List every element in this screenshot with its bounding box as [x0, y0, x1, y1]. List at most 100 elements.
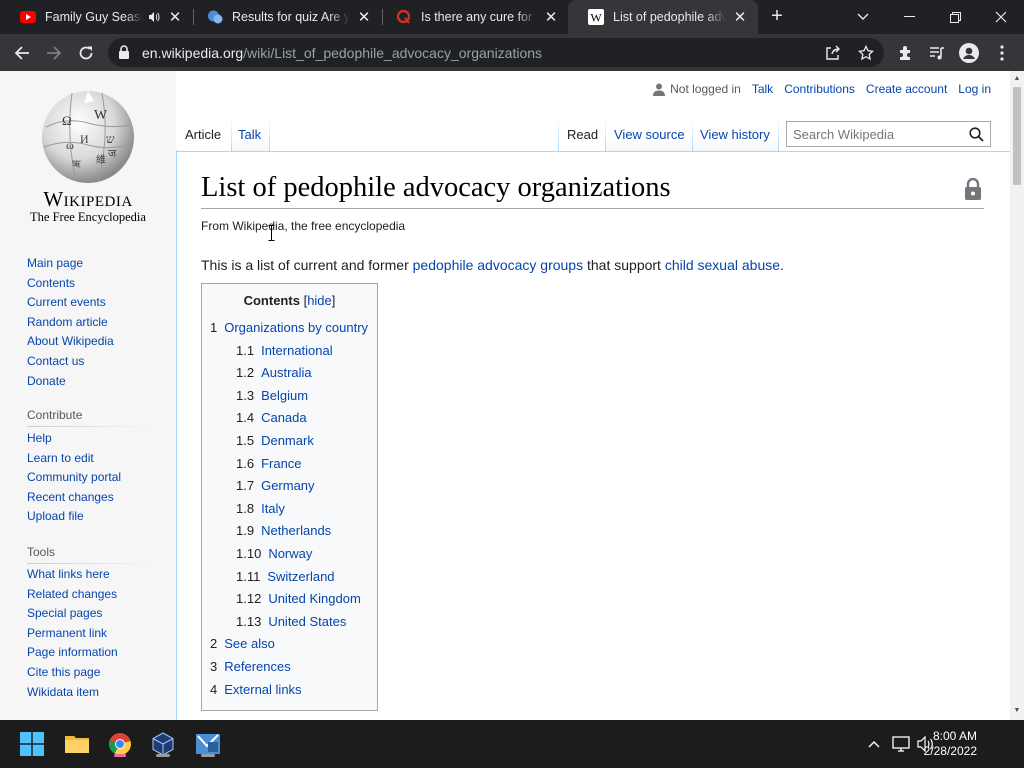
minimize-icon: [903, 16, 915, 17]
nav-link-upload-file[interactable]: Upload file: [27, 507, 121, 527]
nav-link-cite-this-page[interactable]: Cite this page: [27, 663, 118, 683]
toc-link[interactable]: 1.8 Italy: [236, 501, 285, 516]
svg-text:ש: ש: [106, 132, 115, 146]
nav-link-what-links-here[interactable]: What links here: [27, 565, 118, 585]
media-controls-button[interactable]: [926, 42, 948, 64]
toc-link[interactable]: 1.1 International: [236, 343, 333, 358]
wikipedia-logo-globe-icon[interactable]: Ω W И ש ω 維 ऋ ज: [36, 87, 140, 191]
wikipedia-wordmark[interactable]: Wikipedia: [22, 187, 154, 212]
scroll-down-arrow-icon[interactable]: ▼: [1013, 707, 1021, 715]
toc-item: 1.1 International: [210, 340, 368, 363]
toc-hide-button[interactable]: hide: [307, 293, 332, 308]
lock-icon[interactable]: [118, 45, 130, 64]
talk-link[interactable]: Talk: [752, 82, 773, 96]
toc-item: 1.11 Switzerland: [210, 566, 368, 589]
nav-link-community-portal[interactable]: Community portal: [27, 468, 121, 488]
tab-view-history[interactable]: View history: [700, 119, 770, 151]
profile-button[interactable]: [958, 42, 980, 64]
nav-link-special-pages[interactable]: Special pages: [27, 604, 118, 624]
nav-link-related-changes[interactable]: Related changes: [27, 585, 118, 605]
close-tab-icon[interactable]: ✕: [167, 9, 183, 26]
contributions-link[interactable]: Contributions: [784, 82, 855, 96]
url-text[interactable]: en.wikipedia.org/wiki/List_of_pedophile_…: [142, 45, 542, 61]
link-pedophile-advocacy-groups[interactable]: pedophile advocacy groups: [413, 257, 583, 273]
new-tab-button[interactable]: +: [766, 6, 788, 28]
tab-article[interactable]: Article: [185, 119, 221, 151]
toc-link[interactable]: 1.11 Switzerland: [236, 569, 335, 584]
search-input[interactable]: Search Wikipedia: [786, 121, 991, 147]
reload-button[interactable]: [73, 40, 99, 66]
browser-tab-1[interactable]: Family Guy Season ✕: [0, 0, 193, 34]
nav-link-contents[interactable]: Contents: [27, 274, 114, 294]
close-tab-icon[interactable]: ✕: [732, 9, 748, 26]
page-scrollbar[interactable]: ▲ ▼: [1010, 71, 1024, 720]
chrome-taskbar-button[interactable]: [104, 728, 136, 760]
tab-talk[interactable]: Talk: [238, 119, 261, 151]
file-explorer-button[interactable]: [61, 728, 93, 760]
toc-link[interactable]: 1.7 Germany: [236, 478, 315, 493]
toc-link[interactable]: 1.12 United Kingdom: [236, 591, 361, 606]
wikipedia-tagline: The Free Encyclopedia: [30, 210, 146, 224]
log-in-link[interactable]: Log in: [958, 82, 991, 96]
extensions-button[interactable]: [895, 42, 917, 64]
nav-link-help[interactable]: Help: [27, 429, 121, 449]
browser-menu-button[interactable]: [991, 42, 1013, 64]
toc-link[interactable]: 1.5 Denmark: [236, 433, 314, 448]
nav-link-main-page[interactable]: Main page: [27, 254, 114, 274]
nav-link-donate[interactable]: Donate: [27, 372, 114, 392]
speaker-icon[interactable]: [147, 10, 161, 24]
nav-link-page-information[interactable]: Page information: [27, 643, 118, 663]
nav-link-current-events[interactable]: Current events: [27, 293, 114, 313]
taskbar-clock[interactable]: 8:00 AM 2/28/2022: [924, 729, 977, 759]
nav-link-wikidata-item[interactable]: Wikidata item: [27, 683, 118, 703]
start-button[interactable]: [16, 728, 48, 760]
toc-link[interactable]: 2 See also: [210, 636, 275, 651]
toc-item: 2 See also: [210, 633, 368, 656]
browser-tab-2[interactable]: Results for quiz Are you ✕: [187, 0, 382, 34]
nav-link-learn-to-edit[interactable]: Learn to edit: [27, 449, 121, 469]
toc-link[interactable]: 1.10 Norway: [236, 546, 312, 561]
toc-link[interactable]: 1.2 Australia: [236, 365, 312, 380]
create-account-link[interactable]: Create account: [866, 82, 947, 96]
toc-link[interactable]: 1.4 Canada: [236, 410, 307, 425]
browser-tab-3[interactable]: Is there any cure for pe ✕: [376, 0, 569, 34]
share-icon[interactable]: [824, 44, 842, 62]
tab-search-button[interactable]: [840, 0, 886, 34]
protection-lock-icon[interactable]: [964, 177, 982, 200]
nav-link-recent-changes[interactable]: Recent changes: [27, 488, 121, 508]
forward-button[interactable]: [41, 40, 67, 66]
address-bar[interactable]: en.wikipedia.org/wiki/List_of_pedophile_…: [108, 38, 884, 67]
toc-link[interactable]: 1.6 France: [236, 456, 302, 471]
virtualbox-taskbar-button[interactable]: [147, 728, 179, 760]
app-taskbar-button[interactable]: [192, 728, 224, 760]
minimize-button[interactable]: [886, 0, 932, 34]
toc-link[interactable]: 1.3 Belgium: [236, 388, 308, 403]
close-tab-icon[interactable]: ✕: [543, 9, 559, 26]
back-button[interactable]: [9, 40, 35, 66]
close-tab-icon[interactable]: ✕: [356, 9, 372, 26]
link-child-sexual-abuse[interactable]: child sexual abuse: [665, 257, 780, 273]
nav-link-permanent-link[interactable]: Permanent link: [27, 624, 118, 644]
tab-read[interactable]: Read: [567, 119, 598, 151]
tab-view-source[interactable]: View source: [614, 119, 685, 151]
nav-link-about[interactable]: About Wikipedia: [27, 332, 114, 352]
nav-link-contact[interactable]: Contact us: [27, 352, 114, 372]
show-hidden-icons-button[interactable]: [864, 720, 884, 768]
bookmark-star-icon[interactable]: [857, 44, 875, 62]
restore-icon: [949, 11, 961, 23]
toc-link[interactable]: 1 Organizations by country: [210, 320, 368, 335]
browser-tab-4-active[interactable]: W List of pedophile advoc ✕: [568, 0, 758, 34]
toc-link[interactable]: 4 External links: [210, 682, 302, 697]
scroll-up-arrow-icon[interactable]: ▲: [1013, 75, 1021, 83]
toc-link[interactable]: 1.13 United States: [236, 614, 346, 629]
search-icon[interactable]: [968, 126, 985, 143]
url-path: /wiki/List_of_pedophile_advocacy_organiz…: [243, 45, 543, 61]
toc-link[interactable]: 1.9 Netherlands: [236, 523, 331, 538]
toc-link[interactable]: 3 References: [210, 659, 291, 674]
scrollbar-thumb[interactable]: [1013, 87, 1021, 185]
restore-button[interactable]: [932, 0, 978, 34]
close-window-button[interactable]: [978, 0, 1024, 34]
network-button[interactable]: [891, 720, 911, 768]
nav-link-random-article[interactable]: Random article: [27, 313, 114, 333]
quiz-icon: [207, 9, 223, 25]
